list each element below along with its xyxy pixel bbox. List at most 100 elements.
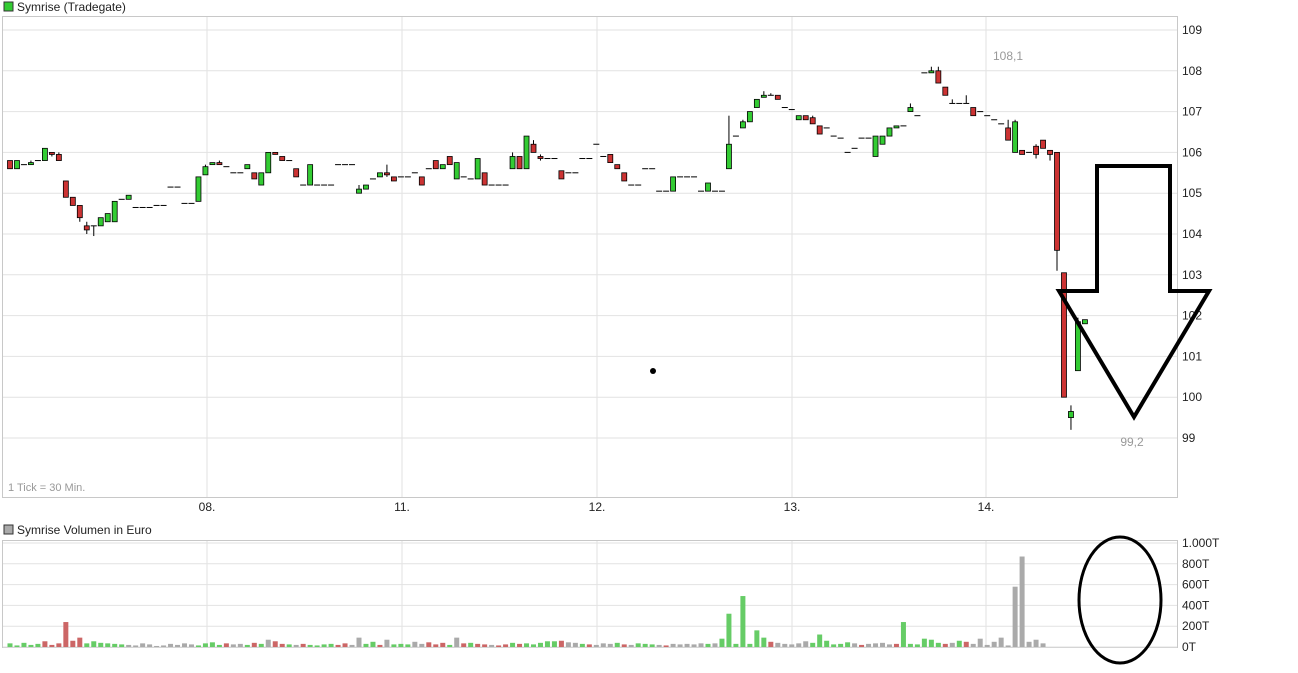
candle	[872, 135, 879, 157]
volume-bar	[454, 637, 460, 647]
candle-body	[1068, 411, 1074, 419]
candle-body	[251, 172, 258, 180]
main-y-tick-label: 101	[1182, 349, 1202, 363]
volume-bar	[956, 640, 962, 647]
volume-bar	[77, 637, 83, 647]
volume-bar	[279, 643, 285, 647]
volume-bar	[754, 630, 760, 647]
candle-body	[28, 162, 34, 166]
volume-bar	[949, 642, 955, 647]
candle-body	[1033, 145, 1039, 155]
candle-body	[377, 172, 383, 178]
candle	[1040, 139, 1046, 149]
volume-bar	[230, 644, 236, 647]
volume-bar	[698, 643, 704, 647]
candle	[1012, 119, 1019, 153]
volume-bar	[293, 644, 299, 647]
volume-bar	[286, 644, 292, 647]
volume-bar	[84, 643, 90, 647]
candle	[879, 135, 886, 145]
volume-bar	[168, 643, 174, 647]
main-y-tick-label: 107	[1182, 105, 1202, 119]
volume-bar	[572, 642, 578, 647]
candle	[621, 172, 628, 182]
volume-bar	[866, 643, 872, 647]
candle-body	[69, 196, 76, 206]
volume-bar	[412, 641, 418, 647]
low-label: 99,2	[1120, 435, 1144, 449]
candle-body	[42, 147, 48, 161]
volume-bar	[838, 643, 844, 647]
volume-bar	[531, 644, 536, 647]
volume-bar	[907, 643, 913, 647]
volume-bar	[1033, 639, 1039, 647]
candle-body	[48, 151, 55, 155]
volume-bar	[649, 644, 655, 647]
candle-body	[740, 121, 746, 129]
volume-bar	[223, 643, 229, 647]
candle-body	[1040, 139, 1046, 149]
candle-body	[111, 200, 118, 223]
candle-body	[537, 156, 544, 159]
candle-body	[670, 176, 676, 192]
volume-bar	[307, 644, 313, 647]
main-chart-title: Symrise (Tradegate)	[17, 0, 126, 14]
volume-bar	[447, 644, 453, 647]
volume-y-tick-label: 1.000T	[1182, 536, 1220, 550]
volume-bar	[524, 643, 530, 647]
candle	[816, 125, 823, 135]
candle	[705, 182, 711, 192]
main-x-tick-label: 14.	[978, 500, 995, 514]
volume-bar	[817, 634, 823, 647]
volume-bar	[265, 639, 271, 647]
main-x-axis: 08. 11. 12. 13. 14.	[199, 500, 995, 514]
volume-y-tick-label: 200T	[1182, 619, 1210, 633]
volume-bar	[28, 644, 34, 647]
volume-bar	[635, 643, 641, 647]
volume-bar	[831, 644, 837, 647]
candle-body	[1047, 149, 1053, 155]
main-x-tick-label: 12.	[589, 500, 606, 514]
candle-body	[83, 225, 90, 231]
candle-body	[621, 172, 628, 182]
chart-svg: Symrise (Tradegate) 99100101102103104105…	[2, 0, 1220, 665]
volume-bar	[886, 644, 892, 647]
volume-bar	[91, 641, 97, 647]
candle-body	[216, 162, 223, 166]
main-y-tick-label: 99	[1182, 431, 1196, 445]
candle-body	[879, 135, 886, 145]
candle-body	[279, 156, 286, 161]
candle-body	[272, 151, 279, 155]
volume-bar	[747, 643, 753, 647]
candle-body	[1054, 151, 1060, 251]
candle-body	[432, 160, 439, 170]
volume-bar	[56, 643, 62, 647]
candle-body	[481, 172, 488, 186]
candle-body	[726, 143, 732, 170]
candle-body	[1082, 319, 1088, 325]
volume-bar	[161, 645, 167, 647]
volume-bar	[140, 643, 146, 647]
candle-body	[607, 154, 614, 164]
candle	[258, 172, 265, 186]
volume-bar	[70, 640, 76, 647]
volume-bar	[691, 644, 697, 647]
candle-body	[558, 170, 565, 180]
candle-body	[55, 154, 62, 161]
volume-bar	[677, 644, 683, 647]
candle	[746, 111, 753, 123]
volume-bar	[810, 642, 816, 647]
candle	[1082, 319, 1088, 325]
main-x-tick-label: 08.	[199, 500, 216, 514]
volume-bar	[175, 644, 181, 647]
volume-bar	[244, 644, 250, 647]
candle	[125, 194, 132, 200]
volume-bar	[349, 644, 355, 647]
candle	[390, 176, 397, 182]
volume-bar	[712, 643, 718, 647]
volume-bar	[496, 645, 502, 647]
volume-bar	[977, 638, 983, 647]
candle	[307, 164, 314, 186]
volume-bar	[873, 643, 879, 647]
volume-bar	[119, 644, 125, 647]
